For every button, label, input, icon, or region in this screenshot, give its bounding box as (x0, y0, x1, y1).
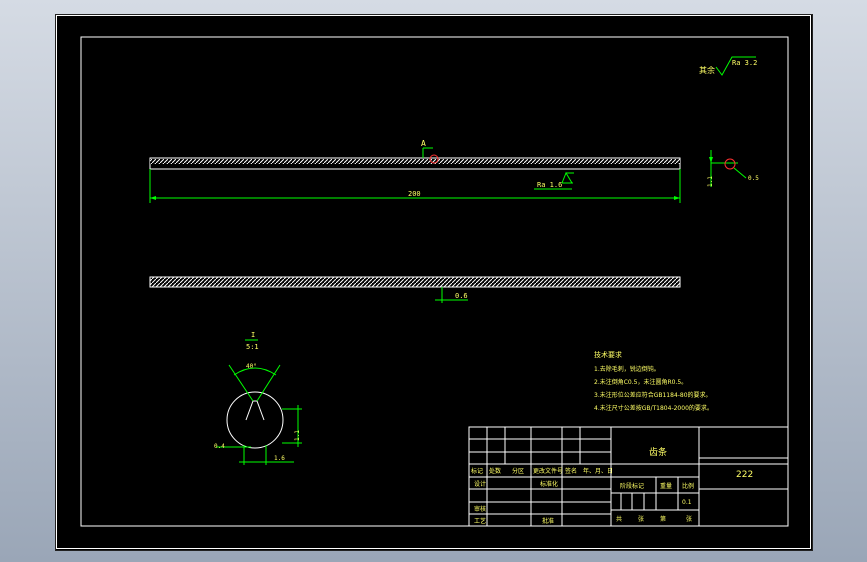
tb-review: 审核 (474, 505, 486, 513)
end-dim-right: 0.5 (748, 175, 759, 182)
tb-standardize: 标准化 (540, 480, 558, 488)
tb-process: 工艺 (474, 517, 486, 525)
tb-weight: 重量 (660, 482, 672, 490)
dim-bottom: 1.6 (274, 455, 285, 462)
tb-sheets-3: 第 (660, 515, 666, 523)
tb-label-sign: 签名 (565, 467, 577, 475)
section-scale-num: I (251, 331, 255, 339)
tech-title: 技术要求 (594, 350, 622, 359)
rack-top-view: 0.6 (149, 276, 681, 303)
dim-right: 1.1 (294, 430, 301, 441)
tb-approve: 批准 (542, 517, 554, 525)
tech-note-3: 3.未注形位公差应符合GB1184-80的要求。 (594, 391, 712, 399)
tb-design: 设计 (474, 480, 486, 488)
end-dim-left: 1.1 (707, 176, 714, 187)
rack-front-view: 200 A Ra 1.6 (149, 139, 681, 203)
tech-note-4: 4.未注尺寸公差按GB/T1804-2000的要求。 (594, 404, 713, 412)
tb-label-change: 更改文件号 (533, 467, 563, 475)
drawing-canvas: 其余 Ra 3.2 200 A Ra 1.6 1.1 0.5 0.6 I 5:1… (56, 15, 811, 549)
roughness-top-symbol: 其余 Ra 3.2 (699, 56, 757, 76)
rack-end-view: 1.1 0.5 (707, 150, 759, 187)
tech-requirements: 技术要求 1.去除毛刺，锐边倒钝。 2.未注倒角C0.5，未注圆角R0.5。 3… (594, 350, 713, 412)
roughness-side-value: Ra 1.6 (537, 181, 562, 189)
tb-label-count: 处数 (489, 467, 501, 475)
end-view-marker-circle (724, 158, 736, 170)
tb-scale-value: 0.1 (682, 499, 692, 506)
length-dimension: 200 (408, 190, 421, 198)
section-scale-den: 5:1 (246, 343, 259, 351)
tb-stage-mark: 阶段标记 (620, 482, 644, 490)
tb-sheets-4: 张 (686, 515, 692, 523)
tb-label-mark: 标记 (471, 467, 483, 475)
roughness-top-value: Ra 3.2 (732, 59, 757, 67)
tooth-section-detail: I 5:1 40° 1.1 0.4 1.6 (214, 331, 302, 465)
part-name: 齿条 (649, 446, 667, 458)
dim-left: 0.4 (214, 443, 225, 450)
roughness-top-prefix: 其余 (699, 65, 715, 75)
tooth-angle: 40° (246, 363, 257, 370)
tb-scale-label: 比例 (682, 482, 694, 490)
tb-label-date: 年、月、日 (583, 467, 613, 475)
datum-label: A (421, 139, 426, 148)
tech-note-2: 2.未注倒角C0.5，未注圆角R0.5。 (594, 378, 687, 386)
tb-sheets-1: 共 (616, 515, 622, 523)
runout-value: 0.6 (455, 292, 468, 300)
tech-note-1: 1.去除毛刺，锐边倒钝。 (594, 365, 660, 373)
drawing-number: 222 (736, 470, 753, 480)
cad-viewport[interactable]: 其余 Ra 3.2 200 A Ra 1.6 1.1 0.5 0.6 I 5:1… (55, 14, 813, 551)
tb-sheets-2: 张 (638, 515, 644, 523)
tb-label-zone: 分区 (512, 467, 524, 475)
